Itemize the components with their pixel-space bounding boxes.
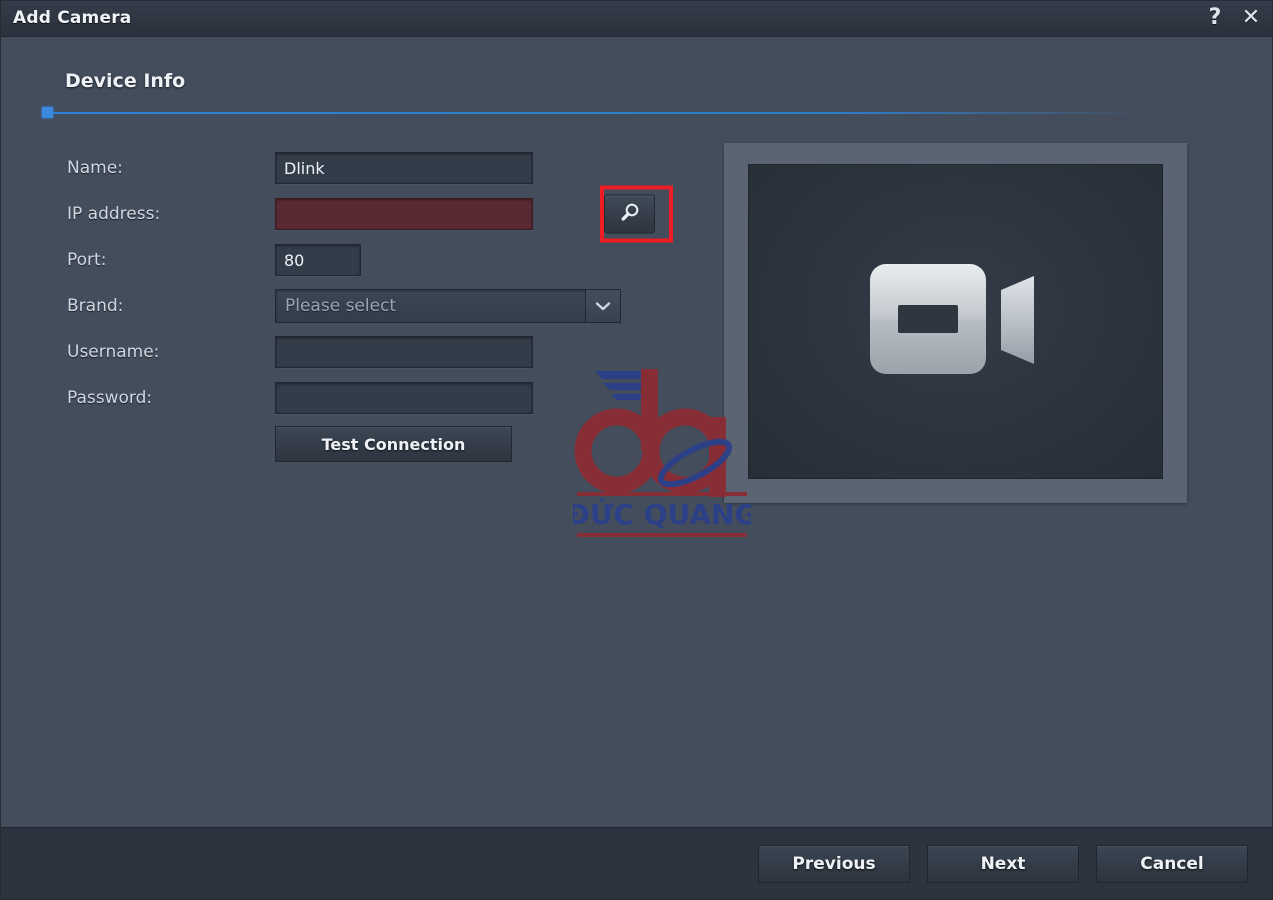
label-password: Password:	[67, 388, 153, 408]
test-connection-button[interactable]: Test Connection	[275, 426, 512, 462]
step-progress-line	[42, 112, 1147, 114]
camera-preview-screen	[748, 164, 1163, 479]
form-row-name: Name:	[67, 145, 627, 191]
watermark-letter-q	[642, 408, 728, 497]
label-port: Port:	[67, 250, 107, 270]
camera-preview-frame	[724, 143, 1187, 503]
title-bar-controls: ? ✕	[1202, 4, 1264, 32]
form-row-port: Port:	[67, 237, 627, 283]
label-ip-address: IP address:	[67, 204, 161, 224]
next-button[interactable]: Next	[927, 845, 1079, 883]
window-title: Add Camera	[13, 8, 132, 28]
video-camera-icon	[868, 260, 1044, 384]
form-row-brand: Brand: Please select	[67, 283, 627, 329]
close-icon[interactable]: ✕	[1238, 4, 1264, 32]
chevron-down-icon[interactable]	[585, 290, 620, 322]
device-info-form: Name: IP address: Port: Br	[67, 145, 673, 467]
ip-address-input[interactable]	[275, 198, 533, 230]
footer-button-group: Previous Next Cancel	[758, 845, 1248, 883]
form-row-ip-address: IP address:	[67, 185, 673, 243]
dialog-footer: Previous Next Cancel	[1, 827, 1272, 899]
form-row-password: Password:	[67, 375, 627, 421]
previous-button[interactable]: Previous	[758, 845, 910, 883]
label-name: Name:	[67, 158, 123, 178]
name-input[interactable]	[275, 152, 533, 184]
label-username: Username:	[67, 342, 160, 362]
username-input[interactable]	[275, 336, 533, 368]
cancel-button[interactable]: Cancel	[1096, 845, 1248, 883]
password-input[interactable]	[275, 382, 533, 414]
form-row-test-connection: Test Connection	[67, 421, 627, 467]
question-mark-icon[interactable]: ?	[1202, 4, 1228, 32]
page-title: Device Info	[65, 70, 186, 92]
search-device-button[interactable]	[604, 194, 655, 234]
brand-select[interactable]: Please select	[275, 289, 621, 323]
brand-select-value: Please select	[285, 296, 397, 316]
form-row-username: Username:	[67, 329, 627, 375]
search-icon	[618, 200, 642, 228]
label-brand: Brand:	[67, 296, 124, 316]
port-input[interactable]	[275, 244, 361, 276]
step-progress-marker	[42, 107, 53, 118]
add-camera-dialog: Add Camera ? ✕ Device Info Name: IP addr…	[0, 0, 1273, 900]
title-bar: Add Camera ? ✕	[1, 1, 1272, 37]
